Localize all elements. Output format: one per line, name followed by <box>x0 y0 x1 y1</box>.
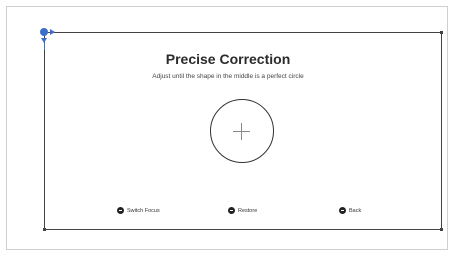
hint-label: Back <box>349 207 362 214</box>
crosshair-vertical <box>241 123 242 140</box>
frame-corner-top-right[interactable] <box>440 31 443 34</box>
page-subtitle: Adjust until the shape in the middle is … <box>152 73 304 80</box>
page-title: Precise Correction <box>165 51 291 67</box>
arrow-down-icon <box>41 38 47 43</box>
arrow-right-icon <box>50 29 55 35</box>
button-icon <box>339 207 346 214</box>
frame-corner-bottom-left[interactable] <box>43 228 46 231</box>
hint-label: Restore <box>238 207 258 214</box>
hint-label: Switch Focus <box>127 207 160 214</box>
button-icon <box>228 207 235 214</box>
button-icon <box>117 207 124 214</box>
corner-drag-handle[interactable] <box>40 28 48 36</box>
hint-restore[interactable]: Restore <box>228 207 257 214</box>
hint-back[interactable]: Back <box>339 207 361 214</box>
hint-switch-focus[interactable]: Switch Focus <box>117 207 160 214</box>
frame-corner-bottom-right[interactable] <box>440 228 443 231</box>
